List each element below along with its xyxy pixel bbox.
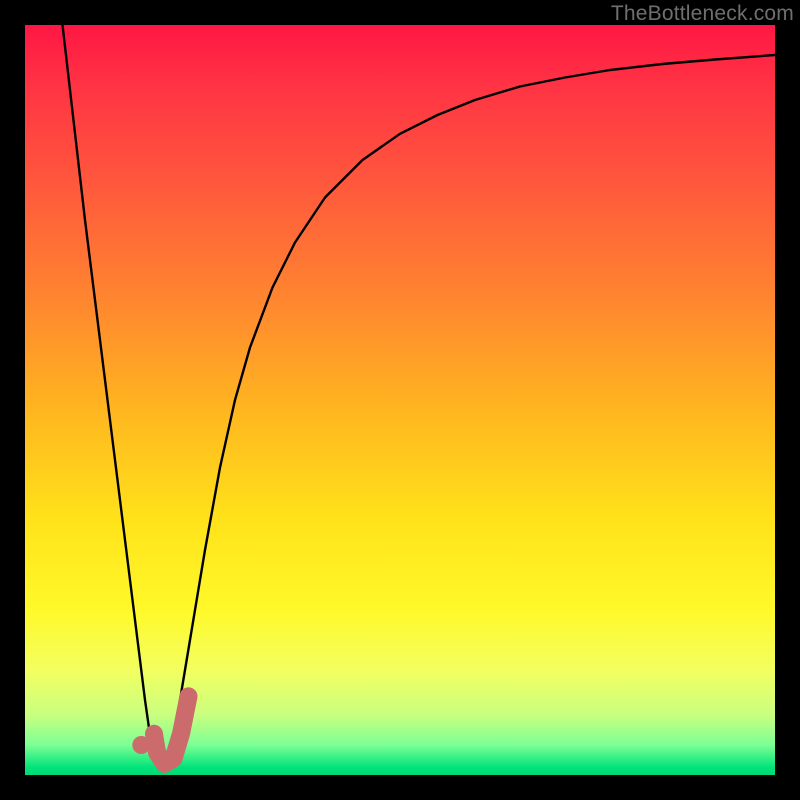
hook-stroke bbox=[154, 696, 189, 764]
plot-area bbox=[25, 25, 775, 775]
chart-frame: TheBottleneck.com bbox=[0, 0, 800, 800]
curve-layer bbox=[25, 25, 775, 775]
watermark-text: TheBottleneck.com bbox=[611, 2, 794, 26]
marker-dot bbox=[132, 736, 150, 754]
bottleneck-curve bbox=[63, 25, 776, 768]
